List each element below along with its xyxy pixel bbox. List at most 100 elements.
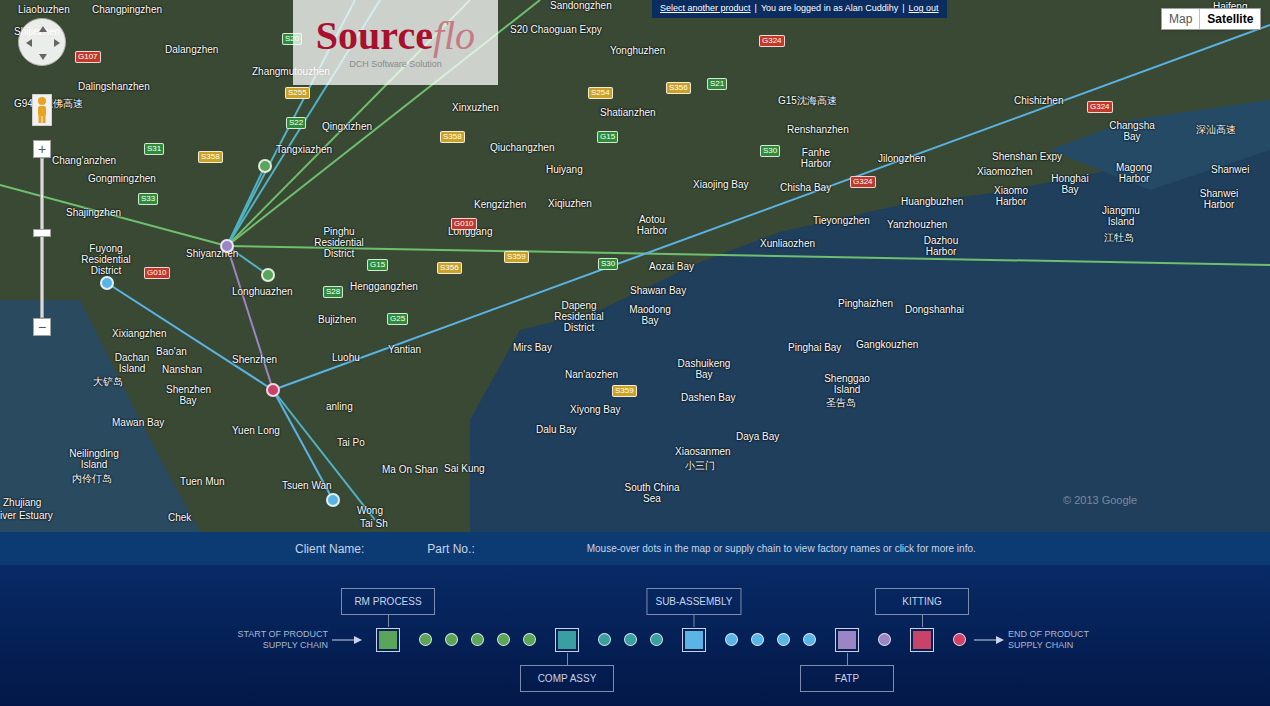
map-label: Xiyong Bay bbox=[570, 404, 621, 415]
map-label: Bao'an bbox=[156, 346, 187, 357]
map-label: Yonghuzhen bbox=[610, 45, 665, 56]
factory-dot[interactable] bbox=[803, 633, 816, 646]
map-label: Gangkouzhen bbox=[856, 339, 918, 350]
logo-sub: DCH Software Solution bbox=[349, 58, 442, 72]
zoom-in-button[interactable]: + bbox=[33, 140, 51, 158]
map-type-button[interactable]: Map bbox=[1162, 9, 1199, 29]
stage-node[interactable]: SUB-ASSEMBLY bbox=[682, 628, 706, 652]
factory-pin[interactable] bbox=[266, 383, 280, 397]
map-label: Honghai Bay bbox=[1048, 173, 1092, 195]
map-label: Xiaojing Bay bbox=[693, 179, 749, 190]
road-shield: S33 bbox=[138, 193, 158, 205]
login-status: You are logged in as Alan Cuddihy bbox=[761, 2, 898, 16]
map-label: Dongshanhai bbox=[905, 304, 964, 315]
map-label: Fanhe Harbor bbox=[793, 147, 839, 169]
logout-link[interactable]: Log out bbox=[909, 2, 939, 16]
road-shield: S358 bbox=[440, 131, 465, 143]
factory-dot[interactable] bbox=[523, 633, 536, 646]
map-label: Xunliaozhen bbox=[760, 238, 815, 249]
factory-dot[interactable] bbox=[624, 633, 637, 646]
zoom-out-button[interactable]: − bbox=[33, 318, 51, 336]
map-label: Bujizhen bbox=[318, 314, 356, 325]
map-label: Tsuen Wan bbox=[282, 480, 332, 491]
factory-dot[interactable] bbox=[471, 633, 484, 646]
part-no-label: Part No.: bbox=[427, 540, 474, 558]
map-label: Dashen Bay bbox=[681, 392, 735, 403]
factory-dot[interactable] bbox=[878, 633, 891, 646]
road-shield: S22 bbox=[286, 117, 306, 129]
stage-node[interactable]: KITTING bbox=[910, 628, 934, 652]
map-label: Xinxuzhen bbox=[452, 102, 499, 113]
factory-pin[interactable] bbox=[100, 276, 114, 290]
map-label: Chang'anzhen bbox=[52, 155, 116, 166]
stage-fill bbox=[379, 631, 397, 649]
map-label: Shenshan Expy bbox=[992, 151, 1062, 162]
select-product-link[interactable]: Select another product bbox=[660, 2, 751, 16]
factory-dot[interactable] bbox=[650, 633, 663, 646]
logo-accent: flo bbox=[433, 14, 475, 58]
factory-dot[interactable] bbox=[445, 633, 458, 646]
stage-node[interactable]: COMP ASSY bbox=[555, 628, 579, 652]
road-shield: S359 bbox=[612, 385, 637, 397]
map-label: Qingxizhen bbox=[322, 121, 372, 132]
pan-control[interactable] bbox=[18, 18, 66, 66]
map-label: anling bbox=[326, 401, 353, 412]
road-shield: G15 bbox=[597, 131, 618, 143]
map[interactable]: LiaobuzhenChangpingzhenShijiezhenDalangz… bbox=[0, 0, 1270, 532]
map-label: Xiaomozhen bbox=[977, 166, 1033, 177]
map-type-button[interactable]: Satellite bbox=[1199, 9, 1260, 29]
road-shield: S356 bbox=[437, 262, 462, 274]
map-label: Longhuazhen bbox=[232, 286, 293, 297]
map-label: Shanwei bbox=[1211, 164, 1249, 175]
zoom-handle[interactable] bbox=[33, 229, 51, 237]
pegman-icon[interactable] bbox=[32, 94, 52, 126]
road-shield: G010 bbox=[144, 267, 170, 279]
road-shield: G324 bbox=[850, 176, 876, 188]
map-label: 小三门 bbox=[685, 460, 715, 471]
map-label: G15沈海高速 bbox=[778, 95, 837, 106]
factory-dot[interactable] bbox=[751, 633, 764, 646]
map-label: Tuen Mun bbox=[180, 476, 225, 487]
chain-start-label: START OF PRODUCTSUPPLY CHAIN bbox=[230, 629, 328, 651]
stage-node[interactable]: FATP bbox=[835, 628, 859, 652]
road-shield: S30 bbox=[760, 145, 780, 157]
factory-dot[interactable] bbox=[725, 633, 738, 646]
map-label: Daya Bay bbox=[736, 431, 779, 442]
map-label: Yanzhouzhen bbox=[887, 219, 947, 230]
road-shield: G107 bbox=[75, 51, 101, 63]
map-label: Wong bbox=[357, 505, 383, 516]
factory-dot[interactable] bbox=[953, 633, 966, 646]
map-label: Tieyongzhen bbox=[813, 215, 870, 226]
stage-fill bbox=[913, 631, 931, 649]
map-label: Sai Kung bbox=[444, 463, 485, 474]
map-label: Liaobuzhen bbox=[18, 4, 70, 15]
map-label: Qiuchangzhen bbox=[490, 142, 555, 153]
factory-pin[interactable] bbox=[258, 159, 272, 173]
client-name-label: Client Name: bbox=[295, 540, 364, 558]
factory-dot[interactable] bbox=[777, 633, 790, 646]
map-label: Chek bbox=[168, 512, 191, 523]
map-label: Kengzizhen bbox=[474, 199, 526, 210]
factory-pin[interactable] bbox=[261, 268, 275, 282]
zoom-track[interactable] bbox=[40, 158, 44, 318]
factory-pin[interactable] bbox=[220, 239, 234, 253]
stage-label: RM PROCESS bbox=[341, 588, 435, 615]
map-label: South China Sea bbox=[620, 482, 684, 504]
factory-dot[interactable] bbox=[419, 633, 432, 646]
map-imagery bbox=[0, 0, 1270, 532]
stage-node[interactable]: RM PROCESS bbox=[376, 628, 400, 652]
stage-fill bbox=[558, 631, 576, 649]
info-bar: Client Name:Part No.:Mouse-over dots in … bbox=[0, 532, 1270, 565]
map-label: Zhujiang bbox=[3, 497, 41, 508]
arrow-icon bbox=[332, 635, 362, 645]
factory-pin[interactable] bbox=[326, 493, 340, 507]
map-label: Aotou Harbor bbox=[630, 214, 674, 236]
map-label: 江牡岛 bbox=[1104, 232, 1134, 243]
factory-dot[interactable] bbox=[497, 633, 510, 646]
factory-dot[interactable] bbox=[598, 633, 611, 646]
map-label: Dalingshanzhen bbox=[78, 81, 150, 92]
map-label: Maodong Bay bbox=[626, 304, 674, 326]
map-label: Yantian bbox=[388, 344, 421, 355]
logo-main: Source bbox=[316, 14, 433, 58]
map-label: Shatianzhen bbox=[600, 107, 656, 118]
